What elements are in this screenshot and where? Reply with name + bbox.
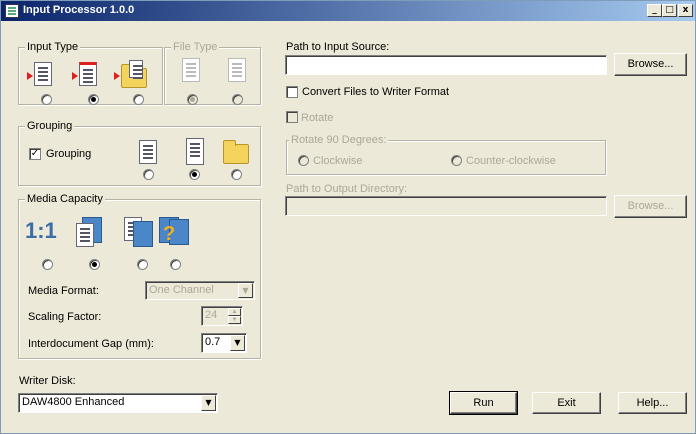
help-button[interactable]: Help... [618,392,687,414]
output-directory-browse-button[interactable]: Browse... [614,195,687,218]
input-source-field[interactable] [285,55,607,75]
grouping-checkbox[interactable]: ✓ [29,148,41,160]
input-source-browse-button[interactable]: Browse... [614,53,687,76]
exit-button[interactable]: Exit [532,392,601,414]
convert-files-checkbox[interactable] [286,86,298,98]
capacity-auto-radio[interactable] [170,259,181,270]
rotate-clockwise-radio[interactable] [298,155,309,166]
file-type-multi-radio[interactable] [232,94,243,105]
file-type-single-icon [182,58,200,82]
media-format-select[interactable]: One Channel ▼ [145,281,255,300]
rotate-counter-clockwise-label: Counter-clockwise [466,155,556,167]
input-type-group: Input Type [18,41,163,105]
file-type-single-radio[interactable] [187,94,198,105]
output-directory-label: Path to Output Directory: [286,183,408,195]
media-capacity-group: Media Capacity 1:1 ? Media Format: One C… [18,193,261,359]
run-button[interactable]: Run [449,391,518,415]
writer-disk-label: Writer Disk: [19,375,76,387]
writer-disk-select[interactable]: DAW4800 Enhanced ▼ [18,393,218,413]
input-type-single-radio[interactable] [41,94,52,105]
grouping-folder-radio[interactable] [231,169,242,180]
interdocument-gap-select[interactable]: 0.7 ▼ [201,333,247,353]
rotate-90-group: Rotate 90 Degrees: Clockwise Counter-clo… [286,134,606,175]
close-button[interactable]: x [678,4,693,17]
minimize-button[interactable]: _ [647,4,662,17]
convert-files-label: Convert Files to Writer Format [302,86,450,98]
rotate-90-label: Rotate 90 Degrees: [289,134,389,146]
capacity-one-to-one-radio[interactable] [42,259,53,270]
grouping-doc-radio[interactable] [143,169,154,180]
scaling-factor-spinner[interactable]: 24 ▲ ▼ [201,306,243,326]
maximize-button[interactable]: □ [662,4,677,17]
file-type-group: File Type [164,41,261,105]
grouping-doc-icon [139,140,157,164]
scaling-factor-label: Scaling Factor: [28,311,102,323]
grouping-group: Grouping ✓ Grouping [18,120,261,186]
title-bar[interactable]: Input Processor 1.0.0 _ □ x [1,1,695,21]
input-processor-window: Input Processor 1.0.0 _ □ x Input Type F… [0,0,696,434]
media-capacity-label: Media Capacity [25,193,105,205]
capacity-multi-radio[interactable] [137,259,148,270]
grouping-stack-icon [186,138,204,165]
output-directory-field[interactable] [285,196,607,216]
rotate-clockwise-label: Clockwise [313,155,363,167]
window-title: Input Processor 1.0.0 [23,4,135,16]
media-format-label: Media Format: [28,285,99,297]
interdocument-gap-label: Interdocument Gap (mm): [28,338,154,350]
writer-disk-dropdown-icon[interactable]: ▼ [201,395,216,411]
media-format-dropdown-icon[interactable]: ▼ [238,283,253,298]
scaling-factor-spin-buttons[interactable]: ▲ ▼ [228,308,241,324]
input-source-label: Path to Input Source: [286,41,390,53]
input-type-batch-radio[interactable] [88,94,99,105]
grouping-checkbox-label: Grouping [46,148,92,160]
one-to-one-icon: 1:1 [25,218,57,243]
capacity-single-radio[interactable] [89,259,100,270]
rotate-label: Rotate [301,112,334,124]
file-type-label: File Type [171,41,220,53]
grouping-group-label: Grouping [25,120,75,132]
rotate-checkbox[interactable] [286,111,298,123]
app-icon [5,4,19,18]
grouping-stack-radio[interactable] [189,169,200,180]
file-type-multi-icon [228,58,246,82]
input-type-label: Input Type [25,41,81,53]
rotate-counter-clockwise-radio[interactable] [451,155,462,166]
input-type-folder-radio[interactable] [133,94,144,105]
interdocument-gap-dropdown-icon[interactable]: ▼ [230,335,245,351]
grouping-folder-icon [223,140,249,164]
